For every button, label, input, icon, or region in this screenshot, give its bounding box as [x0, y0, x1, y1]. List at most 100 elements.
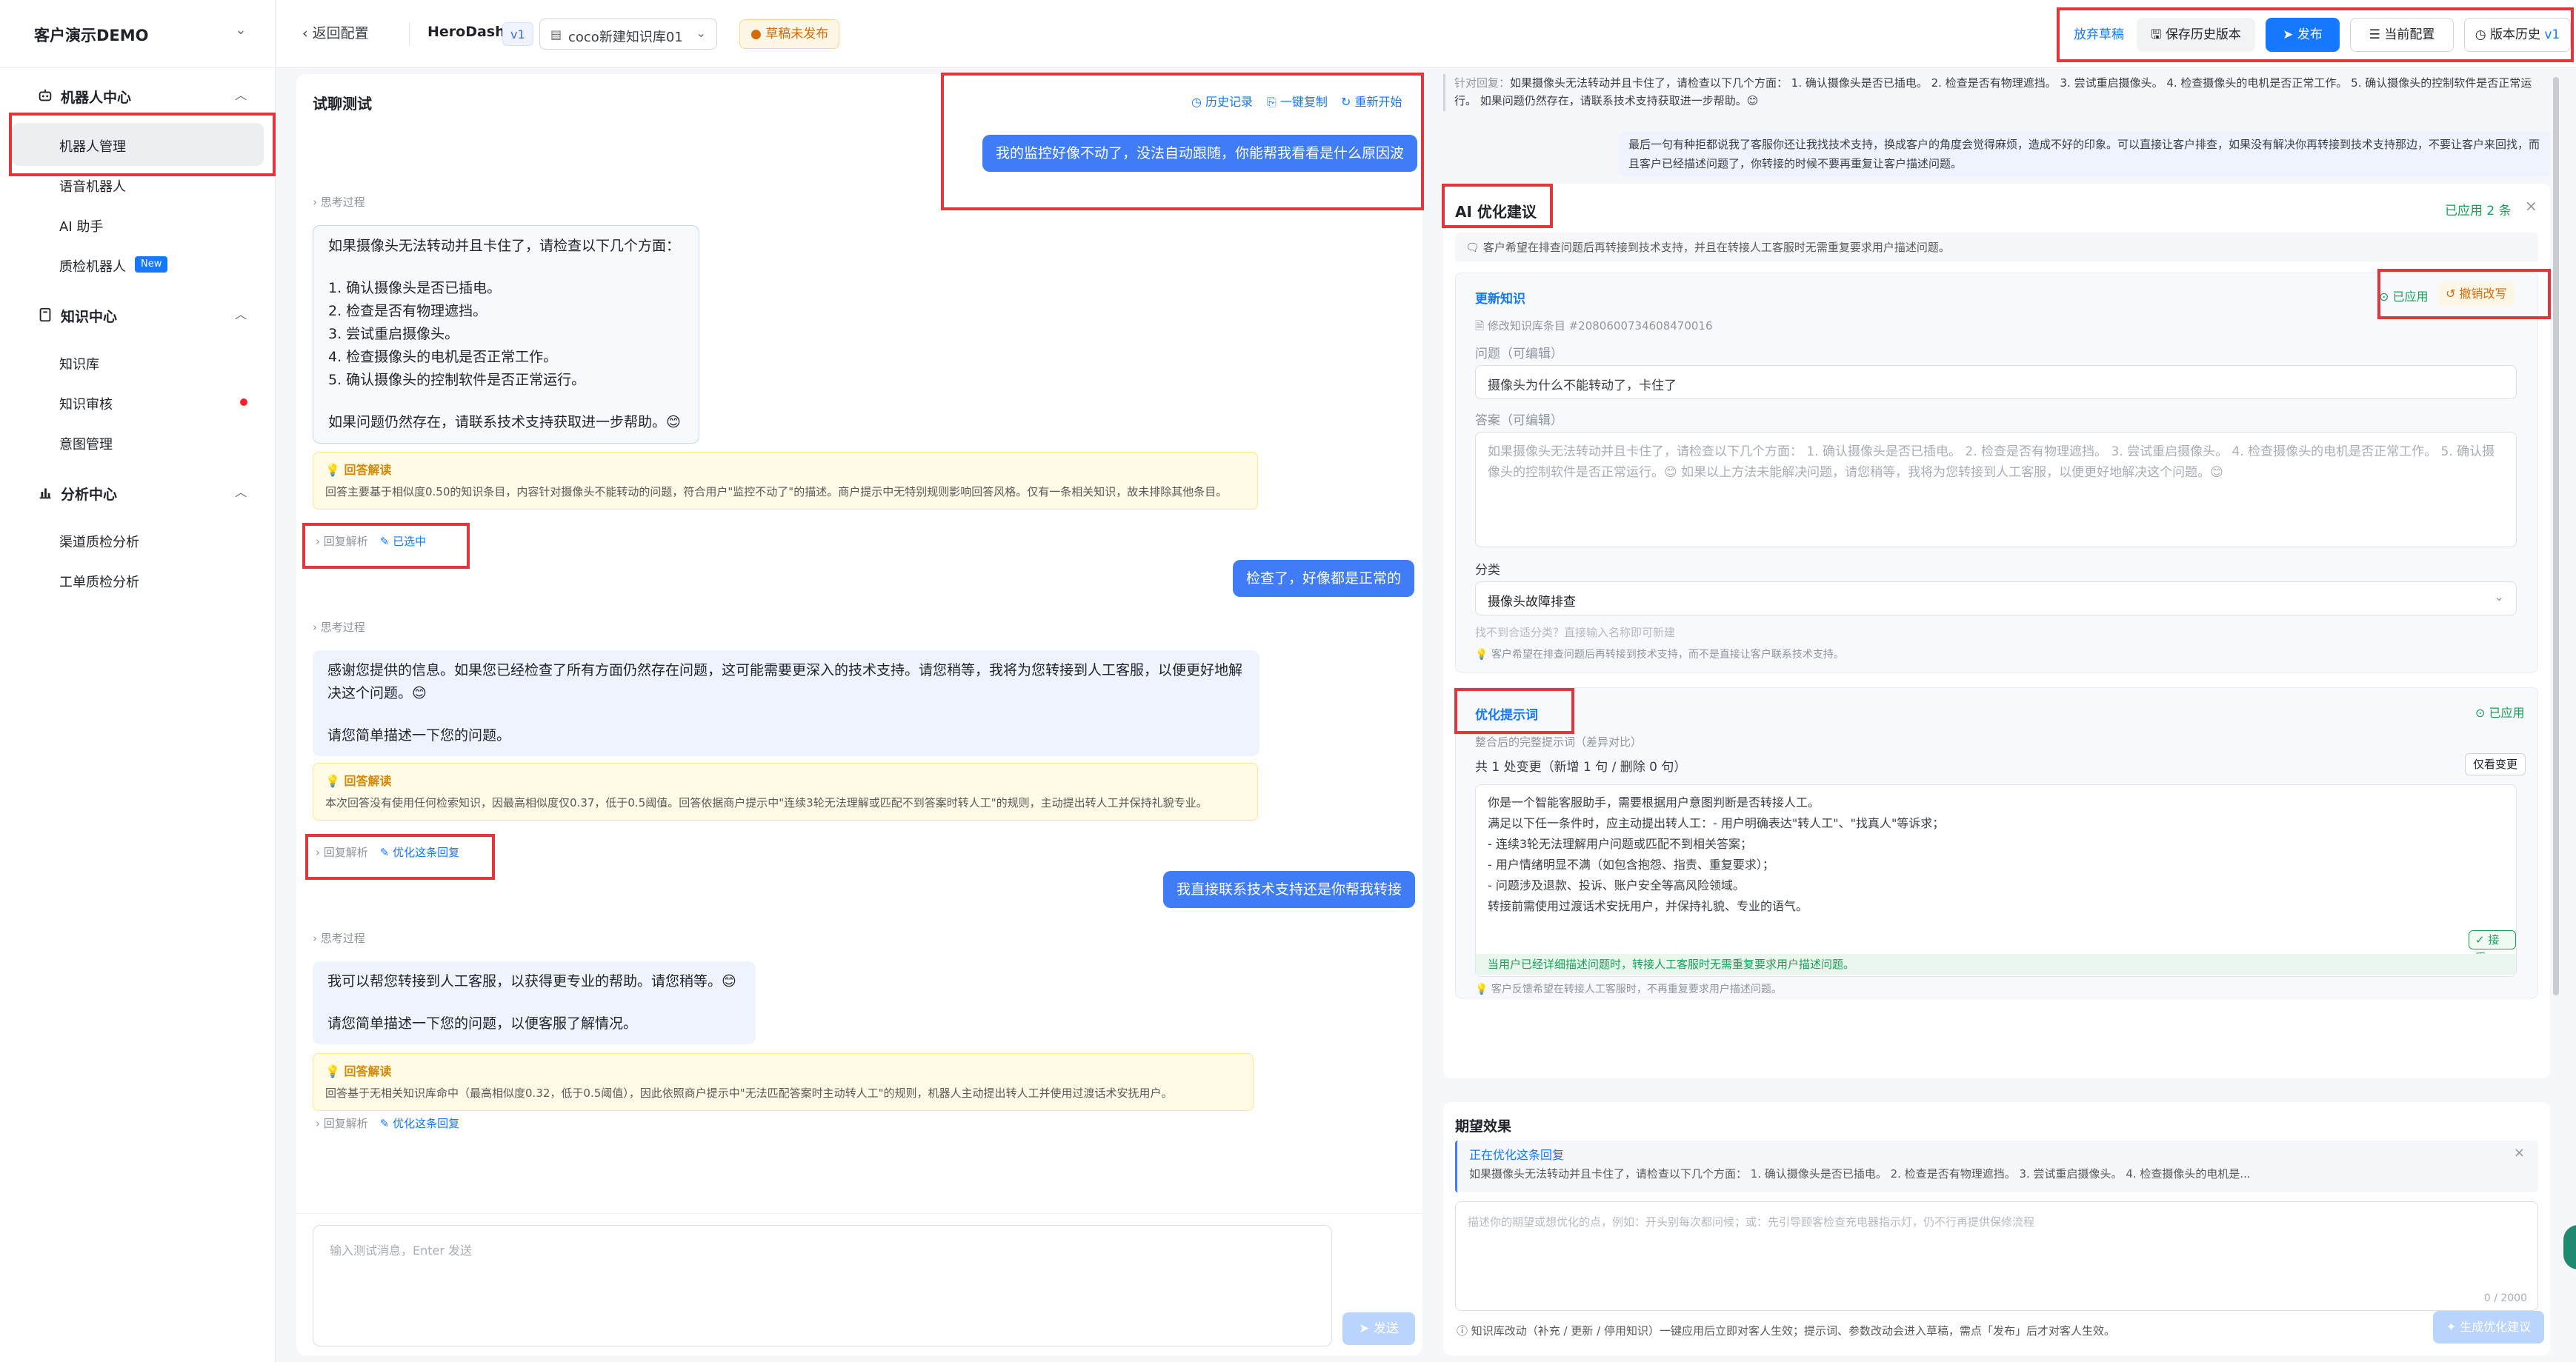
think-process-toggle[interactable]: › 思考过程 — [313, 619, 365, 635]
send-icon: ➤ — [2283, 27, 2297, 42]
section-bot-center[interactable]: 机器人中心 ︿ — [0, 77, 276, 114]
lightbulb-icon: 💡 — [325, 1064, 345, 1078]
generate-suggestion-button[interactable]: ✦ 生成优化建议 — [2433, 1311, 2544, 1343]
scrollbar[interactable] — [2553, 77, 2559, 995]
undo-icon: ↺ — [2446, 287, 2460, 301]
publish-button[interactable]: ➤ 发布 — [2266, 18, 2340, 52]
knowledge-ref: 🗎 修改知识库条目 #2080600734608470016 — [1475, 319, 1713, 333]
section-title: 期望效果 — [1455, 1118, 1512, 1135]
optimize-reply-link[interactable]: ✎ 优化这条回复 — [380, 846, 459, 859]
sidebar-item-intent-management[interactable]: 意图管理 — [12, 421, 264, 464]
send-icon: ➤ — [1359, 1321, 1374, 1336]
database-icon: ▤ — [550, 27, 562, 41]
magic-wand-icon: ✎ — [379, 846, 393, 859]
category-hint: 找不到合适分类？直接输入名称即可新建 — [1475, 626, 1676, 639]
version-history-button[interactable]: ◷ 版本历史 v1 — [2464, 18, 2571, 52]
expectation-textarea[interactable]: 描述你的期望或想优化的点，例如：开头别每次都问候；或：先引导顾客检查充电器指示灯… — [1455, 1201, 2538, 1311]
user-message: 我直接联系技术支持还是你帮我转接 — [1163, 871, 1416, 908]
notification-dot — [240, 398, 247, 406]
discard-draft-button[interactable]: 放弃草稿 — [2066, 18, 2132, 52]
message-input[interactable]: 输入测试消息，Enter 发送 — [313, 1225, 1332, 1346]
sidebar-item-qa-bot[interactable]: 质检机器人 New — [12, 243, 264, 286]
change-reason: 💡 客户反馈希望在转接人工客服时，不再重复要求用户描述问题。 — [1475, 984, 1782, 995]
copy-icon: ⎘ — [1267, 95, 1280, 109]
answer-textarea[interactable]: 如果摄像头无法转动并且卡住了，请检查以下几个方面： 1. 确认摄像头是否已插电。… — [1475, 432, 2517, 547]
chevron-up-icon[interactable]: ︿ — [231, 86, 250, 105]
workspace-switcher[interactable]: 客户演示DEMO ⌄ — [0, 0, 276, 68]
reply-parse-link[interactable]: › 回复解析 — [316, 1117, 368, 1130]
think-process-toggle[interactable]: › 思考过程 — [313, 930, 365, 946]
answer-explanation: 💡 回答解读 本次回答没有使用任何检索知识，因最高相似度仅0.37，低于0.5阈… — [313, 763, 1258, 821]
message-actions: › 回复解析 ✎ 优化这条回复 — [316, 844, 459, 860]
only-diff-toggle[interactable]: 仅看变更 — [2465, 753, 2526, 775]
copy-all-button[interactable]: ⎘ 一键复制 — [1267, 92, 1328, 110]
sidebar-item-ai-assistant[interactable]: AI 助手 — [12, 203, 264, 246]
knowledge-base-select[interactable]: ▤ coco新建知识库01 ⌄ — [539, 19, 717, 50]
question-input[interactable]: 摄像头为什么不能转动了，卡住了 — [1475, 365, 2517, 399]
reply-parse-link[interactable]: › 回复解析 — [316, 535, 368, 548]
chevron-up-icon[interactable]: ︿ — [231, 483, 250, 502]
sidebar-item-knowledge-base[interactable]: 知识库 — [12, 341, 264, 384]
section-label: 机器人中心 — [61, 90, 132, 106]
optimizing-reply-banner: 正在优化这条回复 如果摄像头无法转动并且卡住了，请检查以下几个方面： 1. 确认… — [1455, 1141, 2538, 1192]
message-actions: › 回复解析 ✎ 已选中 — [316, 533, 426, 549]
optimization-panel: 针对回复：如果摄像头无法转动并且卡住了，请检查以下几个方面： 1. 确认摄像头是… — [1442, 74, 2562, 1355]
sidebar-item-knowledge-review[interactable]: 知识审核 — [12, 381, 264, 424]
sidebar-item-bot-management[interactable]: 机器人管理 — [12, 123, 264, 166]
back-link[interactable]: ‹ 返回配置 — [302, 22, 369, 42]
applied-status: ⊙ 已应用 — [2475, 706, 2525, 720]
bar-chart-icon — [39, 488, 51, 499]
version-tag: v1 — [502, 22, 533, 46]
save-icon: 🖫 — [2151, 27, 2166, 42]
divider — [296, 1213, 1422, 1214]
added-prompt-line: 当用户已经详细描述问题时，转接人工客服时无需重复要求用户描述问题。 — [1476, 954, 2516, 975]
robot-icon — [39, 89, 52, 101]
diff-summary: 共 1 处变更（新增 1 句 / 删除 0 句） — [1475, 760, 1687, 775]
history-icon: ◷ — [2475, 27, 2490, 42]
category-select[interactable]: 摄像头故障排查 ⌄ — [1475, 581, 2517, 615]
sidebar: 客户演示DEMO ⌄ 机器人中心 ︿ 机器人管理 语音机器人 AI 助手 质检机… — [0, 0, 276, 1362]
message-actions: › 回复解析 ✎ 优化这条回复 — [316, 1115, 459, 1131]
section-analytics-center[interactable]: 分析中心 ︿ — [0, 474, 276, 511]
section-knowledge-center[interactable]: 知识中心 ︿ — [0, 296, 276, 333]
sidebar-item-ticket-qa-analysis[interactable]: 工单质检分析 — [12, 558, 264, 601]
sidebar-item-voice-bot[interactable]: 语音机器人 — [12, 163, 264, 206]
draft-status-badge: ● 草稿未发布 — [739, 19, 840, 49]
applied-status: ⊙ 已应用 — [2379, 290, 2429, 304]
revoke-rewrite-button[interactable]: ↺ 撤销改写 — [2438, 282, 2515, 306]
accept-button[interactable]: ✓ 接受 — [2469, 930, 2516, 964]
sparkle-icon: ✦ — [2446, 1320, 2460, 1334]
applied-count: 已应用 2 条 — [2445, 204, 2512, 218]
lightbulb-icon: 💡 — [325, 463, 345, 477]
info-icon: ⓘ — [1457, 1324, 1471, 1338]
suggestion-summary: 🗨 客户希望在排查问题后再转接到技术支持，并且在转接人工客服时无需重复要求用户描… — [1455, 233, 2538, 262]
optimize-prompt-card: 优化提示词 ⊙ 已应用 整合后的完整提示词（差异对比） 共 1 处变更（新增 1… — [1454, 687, 2538, 998]
save-version-button[interactable]: 🖫 保存历史版本 — [2137, 18, 2255, 52]
selected-status[interactable]: ✎ 已选中 — [380, 535, 426, 548]
chevron-down-icon[interactable]: ⌄ — [231, 21, 250, 40]
chat-icon: 🗨 — [1465, 241, 1483, 254]
chevron-down-icon: ⌄ — [2494, 590, 2504, 604]
lightbulb-icon: 💡 — [1475, 649, 1491, 661]
reply-parse-link[interactable]: › 回复解析 — [316, 846, 368, 859]
magic-wand-icon: ✎ — [379, 535, 393, 548]
send-button[interactable]: ➤ 发送 — [1342, 1312, 1415, 1345]
book-icon — [39, 307, 51, 322]
expected-effect-card: 期望效果 正在优化这条回复 如果摄像头无法转动并且卡住了，请检查以下几个方面： … — [1443, 1102, 2550, 1355]
workspace-title: 客户演示DEMO — [34, 27, 149, 44]
close-icon[interactable]: × — [2514, 1145, 2525, 1161]
floating-help-tab[interactable] — [2563, 1225, 2576, 1269]
close-icon[interactable]: × — [2525, 197, 2537, 215]
optimize-reply-link[interactable]: ✎ 优化这条回复 — [380, 1117, 459, 1130]
prompt-subtitle: 整合后的完整提示词（差异对比） — [1475, 735, 1643, 749]
user-message: 检查了，好像都是正常的 — [1233, 560, 1415, 597]
target-reply-context: 针对回复：如果摄像头无法转动并且卡住了，请检查以下几个方面： 1. 确认摄像头是… — [1443, 74, 2550, 111]
chevron-up-icon[interactable]: ︿ — [231, 305, 250, 324]
restart-button[interactable]: ↻ 重新开始 — [1341, 92, 1402, 110]
history-button[interactable]: ◷ 历史记录 — [1191, 92, 1253, 110]
current-config-button[interactable]: ☰ 当前配置 — [2350, 18, 2454, 52]
think-process-toggle[interactable]: › 思考过程 — [313, 194, 365, 210]
chevron-down-icon: ⌄ — [696, 26, 706, 40]
sidebar-item-channel-qa-analysis[interactable]: 渠道质检分析 — [12, 518, 264, 561]
divider — [409, 22, 410, 46]
